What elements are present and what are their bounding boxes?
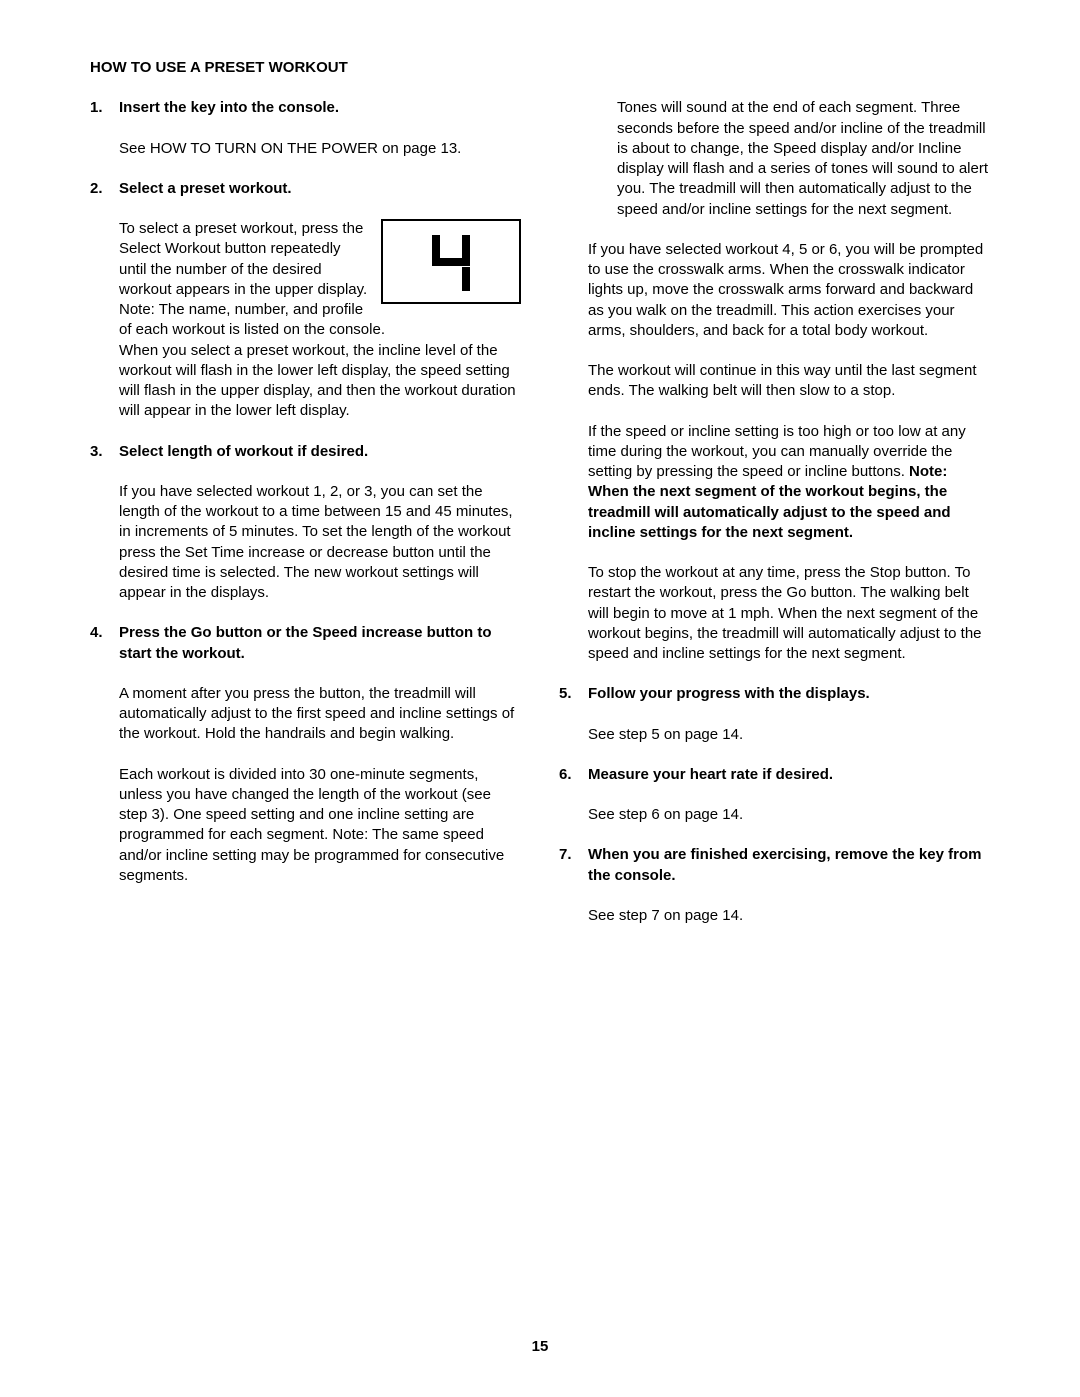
step-6: 6. Measure your heart rate if desired. S… (559, 765, 990, 826)
step-1: 1. Insert the key into the console. See … (90, 98, 521, 159)
step-2-heading: 2. Select a preset workout. (90, 179, 521, 199)
step-5-number: 5. (559, 684, 588, 704)
step-6-title: Measure your heart rate if desired. (588, 765, 990, 785)
step-7: 7. When you are finished exercising, rem… (559, 845, 990, 926)
step-7-body: See step 7 on page 14. (559, 906, 990, 926)
display-figure (381, 219, 521, 304)
right-column: Tones will sound at the end of each segm… (559, 98, 990, 946)
step-4-text-2: Each workout is divided into 30 one-minu… (119, 765, 521, 887)
step-5-title: Follow your progress with the displays. (588, 684, 990, 704)
step-2: 2. Select a preset workout. To select a … (90, 179, 521, 422)
step-4-cont-5: To stop the workout at any time, press t… (588, 563, 990, 664)
step-3-body: If you have selected workout 1, 2, or 3,… (90, 482, 521, 604)
step-5-heading: 5. Follow your progress with the display… (559, 684, 990, 704)
step-3-heading: 3. Select length of workout if desired. (90, 442, 521, 462)
step-4-text-1: A moment after you press the button, the… (119, 684, 521, 745)
step-4-number: 4. (90, 623, 119, 664)
seven-segment-4-icon (432, 233, 470, 291)
left-column: 1. Insert the key into the console. See … (90, 98, 521, 946)
two-column-layout: 1. Insert the key into the console. See … (90, 98, 990, 946)
step-3-title: Select length of workout if desired. (119, 442, 521, 462)
step-3-number: 3. (90, 442, 119, 462)
step-3-text: If you have selected workout 1, 2, or 3,… (119, 482, 521, 604)
step-2-number: 2. (90, 179, 119, 199)
step-7-heading: 7. When you are finished exercising, rem… (559, 845, 990, 886)
step-7-title: When you are finished exercising, remove… (588, 845, 990, 886)
step-6-number: 6. (559, 765, 588, 785)
step-4-cont-3: The workout will continue in this way un… (588, 361, 990, 402)
page-number: 15 (0, 1337, 1080, 1357)
step-1-heading: 1. Insert the key into the console. (90, 98, 521, 118)
step-6-text: See step 6 on page 14. (588, 805, 990, 825)
step-1-text: See HOW TO TURN ON THE POWER on page 13. (119, 139, 521, 159)
step-2-title: Select a preset workout. (119, 179, 521, 199)
step-5: 5. Follow your progress with the display… (559, 684, 990, 745)
step-4-cont-4: If the speed or incline setting is too h… (588, 422, 990, 544)
step-1-body: See HOW TO TURN ON THE POWER on page 13. (90, 139, 521, 159)
step-4-cont-2: If you have selected workout 4, 5 or 6, … (588, 240, 990, 341)
step-1-title: Insert the key into the console. (119, 98, 521, 118)
step-4-body: A moment after you press the button, the… (90, 684, 521, 886)
step-4-heading: 4. Press the Go button or the Speed incr… (90, 623, 521, 664)
step-2-text-2: When you select a preset workout, the in… (119, 341, 521, 422)
step-5-body: See step 5 on page 14. (559, 725, 990, 745)
step-6-heading: 6. Measure your heart rate if desired. (559, 765, 990, 785)
section-title: HOW TO USE A PRESET WORKOUT (90, 58, 990, 78)
step-4: 4. Press the Go button or the Speed incr… (90, 623, 521, 886)
step-4-cont-1: Tones will sound at the end of each segm… (588, 98, 990, 220)
step-7-text: See step 7 on page 14. (588, 906, 990, 926)
step-4-title: Press the Go button or the Speed increas… (119, 623, 521, 664)
step-6-body: See step 6 on page 14. (559, 805, 990, 825)
step-3: 3. Select length of workout if desired. … (90, 442, 521, 604)
step-7-number: 7. (559, 845, 588, 886)
step-5-text: See step 5 on page 14. (588, 725, 990, 745)
step-2-body: To select a preset workout, press the Se… (90, 219, 521, 422)
step-1-number: 1. (90, 98, 119, 118)
